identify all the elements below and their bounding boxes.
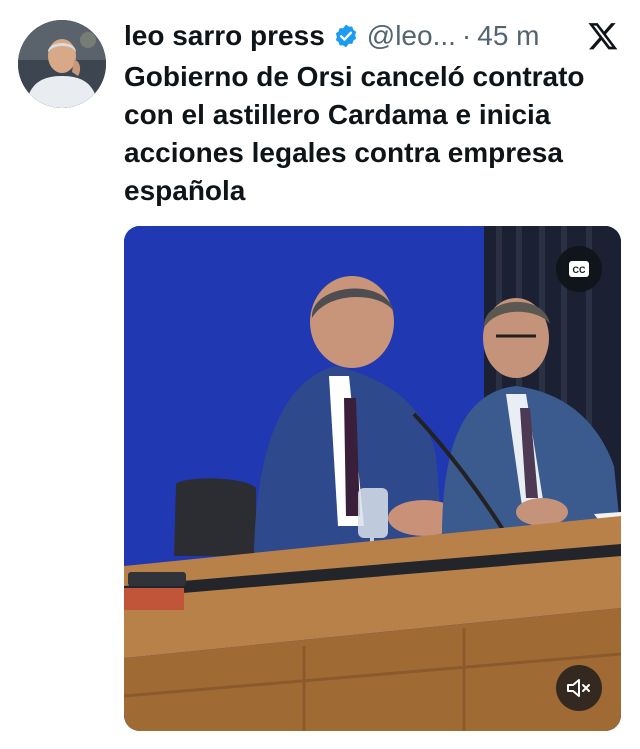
separator-dot: · <box>461 20 472 51</box>
verified-badge-icon <box>333 23 359 49</box>
video-player[interactable]: CC <box>124 226 621 731</box>
x-logo-icon <box>586 20 620 59</box>
avatar-photo <box>18 20 106 108</box>
author-name[interactable]: leo sarro press <box>124 20 325 52</box>
video-frame <box>124 226 621 731</box>
cc-button[interactable]: CC <box>556 246 602 292</box>
cc-icon: CC <box>569 261 589 277</box>
mute-icon <box>567 679 590 697</box>
timestamp[interactable]: 45 m <box>477 20 539 52</box>
mute-button[interactable] <box>556 665 602 711</box>
tweet-header: leo sarro press @leo... · 45 m <box>124 14 624 58</box>
cc-label: CC <box>573 265 586 275</box>
author-handle[interactable]: @leo... <box>367 20 456 52</box>
avatar[interactable] <box>18 20 106 108</box>
tweet-text: Gobierno de Orsi canceló contrato con el… <box>124 61 585 206</box>
